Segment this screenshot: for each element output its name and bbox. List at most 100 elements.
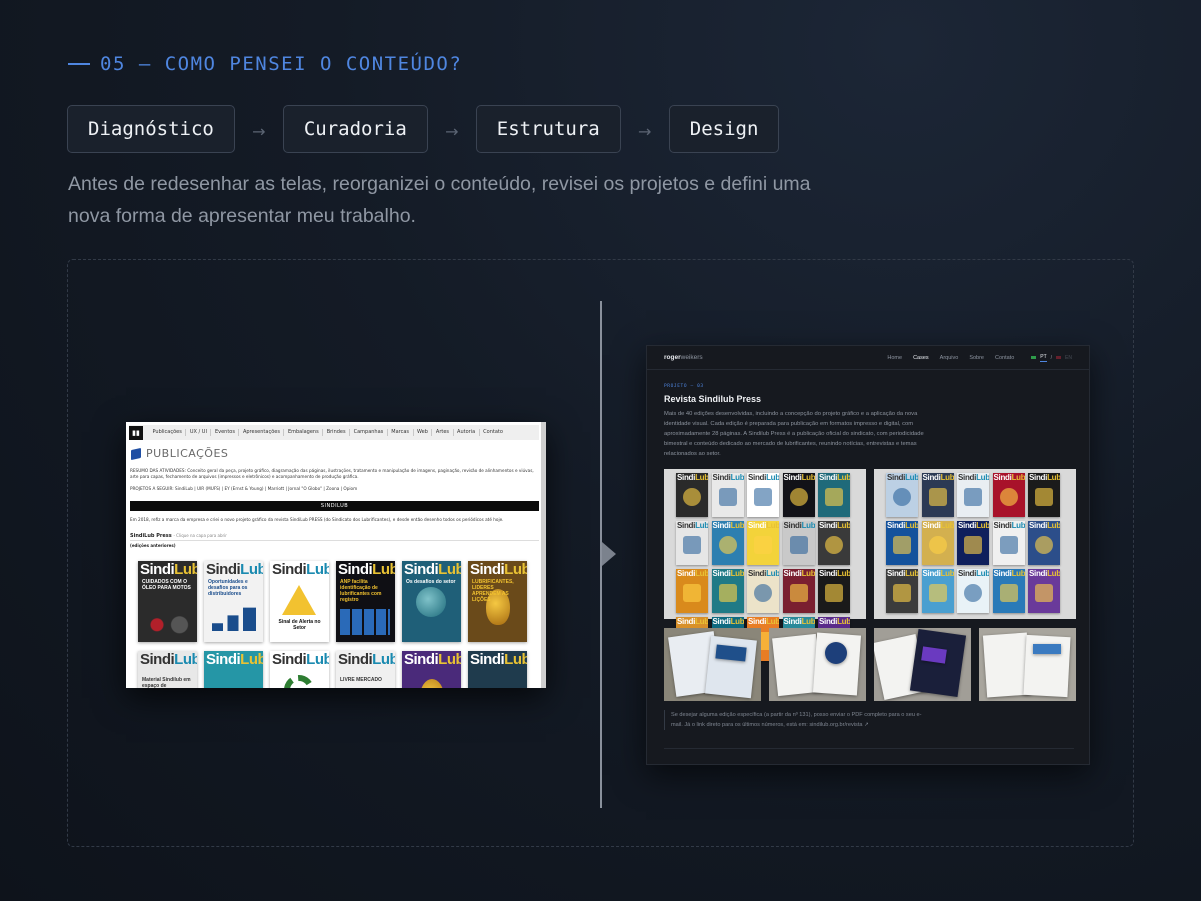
mini-magazine-cover[interactable]: SindiLub bbox=[747, 569, 779, 613]
magazine-photo[interactable] bbox=[664, 628, 761, 701]
magazine-cover[interactable]: SindiLub Sinal de Alerta no Setor bbox=[270, 561, 329, 642]
mini-magazine-cover[interactable]: SindiLub bbox=[886, 473, 918, 517]
new-brand-logo[interactable]: rogerweikers bbox=[664, 354, 703, 361]
mini-masthead-a: Sindi bbox=[993, 473, 1012, 482]
magazine-cover[interactable]: SindiLub bbox=[270, 651, 329, 688]
mini-magazine-cover[interactable]: SindiLub bbox=[921, 569, 954, 613]
mini-magazine-cover[interactable]: SindiLub bbox=[992, 569, 1025, 613]
magazine-cover[interactable]: SindiLub Material Sindilub em espaço de bbox=[138, 651, 197, 688]
mini-magazine-cover[interactable]: SindiLub bbox=[711, 521, 744, 565]
cover-masthead: SindiLub bbox=[206, 652, 263, 668]
mini-magazine-cover[interactable]: SindiLub bbox=[818, 473, 850, 517]
mini-magazine-cover[interactable]: SindiLub bbox=[676, 473, 708, 517]
magazine-photo[interactable] bbox=[874, 628, 971, 701]
nav-cases[interactable]: Cases bbox=[913, 355, 929, 361]
mini-masthead-a: Sindi bbox=[819, 473, 838, 482]
nav-home[interactable]: Home bbox=[887, 355, 902, 361]
nav-contato[interactable]: Contato bbox=[995, 355, 1014, 361]
mini-magazine-cover[interactable]: SindiLub bbox=[921, 521, 954, 565]
mini-magazine-cover[interactable]: SindiLub bbox=[957, 521, 989, 565]
mini-masthead-a: Sindi bbox=[748, 569, 767, 578]
mini-masthead-a: Sindi bbox=[958, 473, 977, 482]
mini-magazine-cover[interactable]: SindiLub bbox=[886, 569, 918, 613]
old-nav-item[interactable]: Publicações bbox=[149, 429, 187, 436]
book-icon bbox=[131, 447, 141, 460]
nav-sobre[interactable]: Sobre bbox=[969, 355, 984, 361]
lang-en[interactable]: EN bbox=[1065, 355, 1072, 361]
magazine-cover[interactable]: SindiLub bbox=[402, 651, 461, 688]
cover-panel-right: SindiLub SindiLub SindiLub SindiLub SindiLub… bbox=[874, 469, 1076, 619]
magazine-cover[interactable]: SindiLub ANP facilita identificação de lu… bbox=[336, 561, 395, 642]
masthead-b: Lub bbox=[240, 651, 263, 668]
mini-magazine-cover[interactable]: SindiLub bbox=[1028, 569, 1060, 613]
language-switch: PT / EN bbox=[1031, 354, 1072, 362]
magazine-cover[interactable]: SindiLub bbox=[468, 651, 527, 688]
mini-masthead-b: Lub bbox=[695, 473, 708, 482]
old-nav-item[interactable]: Campanhas bbox=[350, 429, 388, 436]
mini-magazine-cover[interactable]: SindiLub bbox=[1028, 521, 1060, 565]
cover-masthead: SindiLub bbox=[140, 652, 197, 668]
magazine-photo[interactable] bbox=[979, 628, 1076, 701]
mini-magazine-cover[interactable]: SindiLub bbox=[782, 473, 815, 517]
mini-magazine-cover[interactable]: SindiLub bbox=[886, 521, 918, 565]
magazine-photo[interactable] bbox=[769, 628, 866, 701]
mini-magazine-cover[interactable]: SindiLub bbox=[711, 569, 744, 613]
old-nav-item[interactable]: Apresentações bbox=[239, 429, 285, 436]
old-nav-item[interactable]: Artes bbox=[432, 429, 454, 436]
mini-cover-illustration bbox=[964, 584, 982, 602]
cover-masthead: SindiLub bbox=[338, 562, 395, 578]
mini-magazine-cover[interactable]: SindiLub bbox=[957, 473, 989, 517]
old-nav-item[interactable]: Eventos bbox=[211, 429, 240, 436]
mini-magazine-cover[interactable]: SindiLub bbox=[957, 569, 989, 613]
old-paragraph: Em 2018, refiz a marca da empresa e crie… bbox=[130, 517, 504, 522]
mini-cover-illustration bbox=[754, 584, 772, 602]
masthead-b: Lub bbox=[306, 561, 329, 578]
mini-masthead-a: Sindi bbox=[993, 569, 1012, 578]
mini-magazine-cover[interactable]: SindiLub bbox=[676, 569, 708, 613]
magazine-cover[interactable]: SindiLub bbox=[204, 651, 263, 688]
old-title-text: PUBLICAÇÕES bbox=[146, 447, 229, 460]
lang-separator: / bbox=[1050, 354, 1053, 361]
old-nav-item[interactable]: Web bbox=[414, 429, 433, 436]
old-nav-item[interactable]: Autoria bbox=[454, 429, 480, 436]
masthead-a: Sindi bbox=[272, 651, 307, 668]
mini-masthead-b: Lub bbox=[976, 521, 989, 530]
old-scrollbar bbox=[541, 422, 546, 688]
magazine-cover[interactable]: SindiLub Oportunidades e desafios para os… bbox=[204, 561, 263, 642]
mini-masthead-a: Sindi bbox=[1029, 569, 1048, 578]
magazine-cover[interactable]: SindiLub LIVRE MERCADO bbox=[336, 651, 395, 688]
mini-cover-illustration bbox=[893, 488, 911, 506]
nav-arquivo[interactable]: Arquivo bbox=[940, 355, 959, 361]
magazine-cover[interactable]: SindiLub LUBRIFICANTES, LIDERES APRENDEM … bbox=[468, 561, 527, 642]
mini-magazine-cover[interactable]: SindiLub bbox=[711, 473, 744, 517]
old-nav-item[interactable]: Marcas bbox=[388, 429, 414, 436]
magazine-cover[interactable]: SindiLub Os desafios do setor bbox=[402, 561, 461, 642]
cover-masthead: SindiLub bbox=[140, 562, 197, 578]
mini-magazine-cover[interactable]: SindiLub bbox=[676, 521, 708, 565]
old-nav-item[interactable]: Contato bbox=[480, 429, 507, 436]
mini-magazine-cover[interactable]: SindiLub bbox=[992, 473, 1025, 517]
cover-masthead: SindiLub bbox=[470, 652, 527, 668]
mini-magazine-cover[interactable]: SindiLub bbox=[992, 521, 1025, 565]
mini-magazine-cover[interactable]: SindiLub bbox=[747, 473, 779, 517]
lang-pt[interactable]: PT bbox=[1040, 354, 1047, 362]
old-nav-item[interactable]: Embalagens bbox=[284, 429, 324, 436]
magazine-cover[interactable]: SindiLub CUIDADOS COM O ÓLEO PARA MOTOS bbox=[138, 561, 197, 642]
old-nav-item[interactable]: Brindes bbox=[323, 429, 351, 436]
mini-magazine-cover[interactable]: SindiLub bbox=[818, 521, 850, 565]
mini-cover-illustration bbox=[893, 536, 911, 554]
footer-divider bbox=[664, 748, 1074, 749]
mini-cover-illustration bbox=[1035, 536, 1053, 554]
masthead-b: Lub bbox=[372, 561, 395, 578]
mini-magazine-cover[interactable]: SindiLub bbox=[747, 521, 779, 565]
process-steps: Diagnóstico → Curadoria → Estrutura → De… bbox=[67, 105, 780, 153]
mini-magazine-cover[interactable]: SindiLub bbox=[782, 569, 815, 613]
mini-magazine-cover[interactable]: SindiLub bbox=[921, 473, 954, 517]
mini-magazine-cover[interactable]: SindiLub bbox=[782, 521, 815, 565]
mini-magazine-cover[interactable]: SindiLub bbox=[818, 569, 850, 613]
mini-magazine-cover[interactable]: SindiLub bbox=[1028, 473, 1060, 517]
mini-masthead-a: Sindi bbox=[922, 473, 941, 482]
mini-masthead-b: Lub bbox=[976, 569, 989, 578]
old-nav-item[interactable]: UX / UI bbox=[186, 429, 212, 436]
masthead-b: Lub bbox=[372, 651, 395, 668]
